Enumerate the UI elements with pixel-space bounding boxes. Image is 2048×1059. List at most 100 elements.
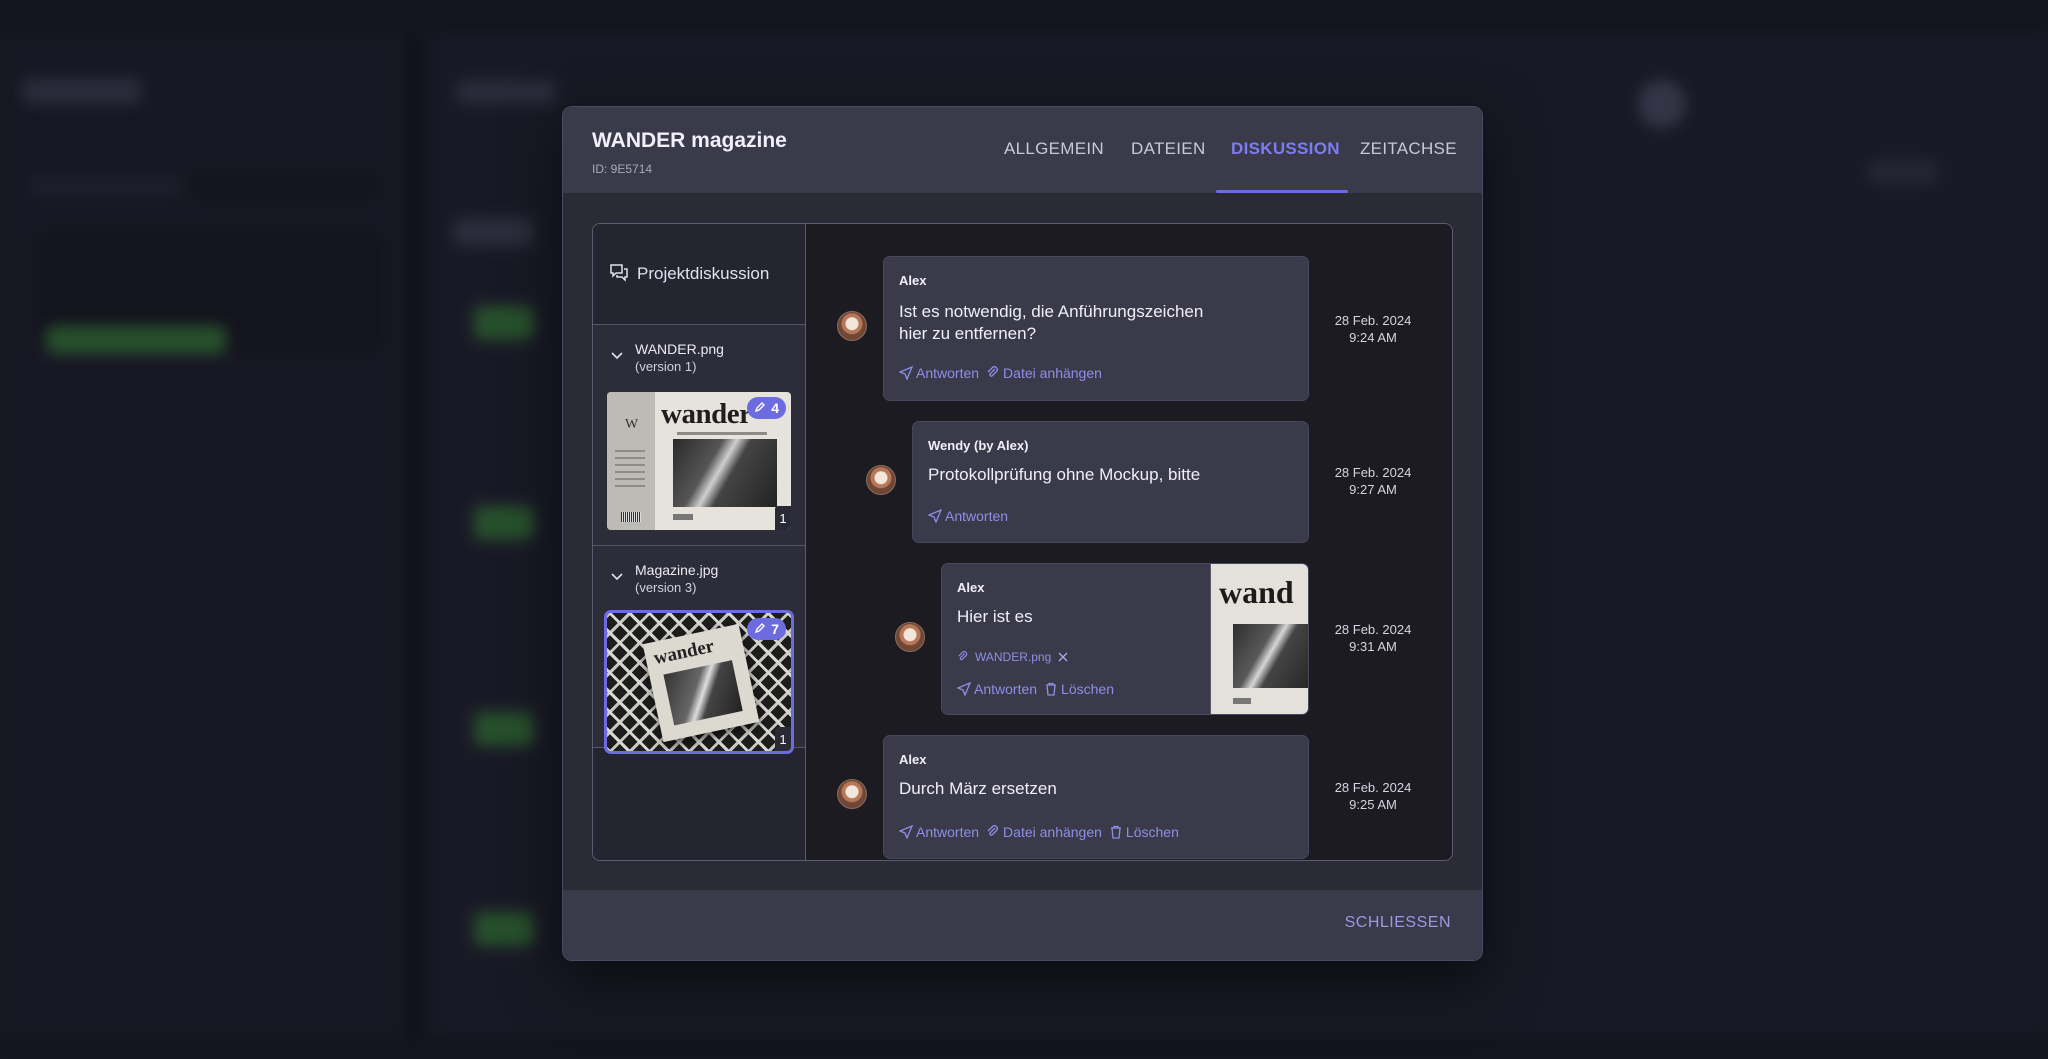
modal-id: ID: 9E5714: [592, 162, 653, 176]
file-thumbnail[interactable]: W wander 4 1: [607, 392, 791, 530]
reply-label: Antworten: [916, 824, 980, 840]
message-text: Protokollprüfung ohne Mockup, bitte: [928, 465, 1201, 484]
delete-label: Löschen: [1061, 681, 1114, 697]
modal-header: WANDER magazine ID: 9E5714 ALLGEMEIN DAT…: [563, 107, 1482, 193]
send-icon: [928, 509, 942, 523]
close-button[interactable]: SCHLIESSEN: [1345, 914, 1451, 932]
paperclip-icon: [987, 825, 998, 836]
message-actions: Antworten Datei anhängen: [899, 365, 1102, 381]
message-author: Alex: [899, 752, 927, 767]
avatar: [837, 311, 867, 341]
remove-attachment-icon[interactable]: [1057, 651, 1069, 663]
message-date: 28 Feb. 2024: [1334, 465, 1412, 480]
version-badge: 1: [775, 506, 791, 530]
pencil-icon: [754, 621, 766, 637]
message-timestamp: 28 Feb. 2024 9:31 AM: [1323, 621, 1423, 655]
message-actions: Antworten Datei anhängen Löschen: [899, 824, 1179, 840]
file-item-magazine-jpg: Magazine.jpg (version 3) wander 7 1: [593, 546, 805, 754]
reply-label: Antworten: [916, 365, 980, 381]
message-text: Ist es notwendig, die Anführungszeichen …: [899, 301, 1203, 345]
annotation-count-badge: 4: [747, 397, 786, 419]
trash-icon: [1110, 825, 1121, 839]
tab-allgemein[interactable]: ALLGEMEIN: [1004, 139, 1104, 159]
delete-button[interactable]: Löschen: [1109, 824, 1179, 840]
message-text-line: hier zu entfernen?: [899, 324, 1037, 343]
tab-diskussion[interactable]: DISKUSSION: [1231, 139, 1340, 159]
modal-footer: SCHLIESSEN: [563, 890, 1482, 960]
file-header[interactable]: Magazine.jpg (version 3): [609, 562, 718, 596]
avatar: [837, 779, 867, 809]
message-time: 9:24 AM: [1349, 330, 1397, 345]
message-author: Alex: [899, 273, 927, 288]
message-author: Wendy (by Alex): [928, 438, 1029, 453]
message-date: 28 Feb. 2024: [1334, 622, 1412, 637]
reply-button[interactable]: Antworten: [957, 681, 1037, 697]
cover-title: wander: [661, 398, 752, 430]
active-tab-indicator: [1216, 190, 1348, 193]
attachment-preview-image[interactable]: wand: [1210, 564, 1308, 714]
reply-button[interactable]: Antworten: [899, 824, 979, 840]
reply-button[interactable]: Antworten: [899, 365, 979, 381]
discussion-thread: Alex Ist es notwendig, die Anführungszei…: [807, 224, 1452, 860]
message-time: 9:27 AM: [1349, 482, 1397, 497]
discussion-frame: Projektdiskussion WANDER.png (version 1): [592, 223, 1453, 861]
reply-label: Antworten: [974, 681, 1038, 697]
attach-file-button[interactable]: Datei anhängen: [986, 824, 1102, 840]
file-panel: Projektdiskussion WANDER.png (version 1): [593, 224, 806, 860]
cover-letter: W: [625, 417, 639, 432]
file-name: WANDER.png: [635, 341, 724, 357]
reply-label: Antworten: [945, 508, 1009, 524]
trash-icon: [1046, 682, 1057, 696]
version-badge: 1: [775, 727, 791, 751]
message-bubble: Alex Ist es notwendig, die Anführungszei…: [883, 256, 1309, 401]
message-text: Hier ist es: [957, 607, 1033, 626]
project-discussion-item[interactable]: Projektdiskussion: [593, 224, 805, 325]
message-bubble: Alex Durch März ersetzen Antworten Datei…: [883, 735, 1309, 859]
delete-label: Löschen: [1125, 824, 1179, 840]
message-actions: Antworten: [928, 508, 1008, 524]
message-timestamp: 28 Feb. 2024 9:27 AM: [1323, 464, 1423, 498]
attachment-chip[interactable]: WANDER.png: [957, 650, 1069, 664]
attach-file-label: Datei anhängen: [1003, 365, 1102, 381]
message-time: 9:31 AM: [1349, 639, 1397, 654]
attachment-name[interactable]: WANDER.png: [975, 650, 1051, 664]
project-discussion-label: Projektdiskussion: [637, 264, 770, 283]
cover-title: wand: [1219, 574, 1294, 610]
annotation-count-badge: 7: [747, 618, 786, 640]
chevron-down-icon[interactable]: [609, 347, 625, 363]
annotation-count: 7: [771, 621, 779, 637]
reply-button[interactable]: Antworten: [928, 508, 1008, 524]
project-modal: WANDER magazine ID: 9E5714 ALLGEMEIN DAT…: [562, 106, 1483, 961]
message-date: 28 Feb. 2024: [1334, 780, 1412, 795]
attach-file-button[interactable]: Datei anhängen: [986, 365, 1102, 381]
chat-bubbles-icon: [609, 262, 629, 287]
modal-title: WANDER magazine: [592, 129, 787, 152]
tab-zeitachse[interactable]: ZEITACHSE: [1360, 139, 1457, 159]
attach-file-label: Datei anhängen: [1003, 824, 1102, 840]
avatar: [895, 622, 925, 652]
file-item-wander-png: WANDER.png (version 1) W wander 4 1: [593, 325, 805, 546]
message-timestamp: 28 Feb. 2024 9:25 AM: [1323, 779, 1423, 813]
message-author: Alex: [957, 580, 985, 595]
send-icon: [899, 366, 913, 380]
tab-dateien[interactable]: DATEIEN: [1131, 139, 1206, 159]
message-text: Durch März ersetzen: [899, 779, 1057, 798]
chevron-down-icon[interactable]: [609, 568, 625, 584]
pencil-icon: [754, 400, 766, 416]
message-actions: Antworten Löschen: [957, 681, 1114, 697]
message-time: 9:25 AM: [1349, 797, 1397, 812]
message-date: 28 Feb. 2024: [1334, 313, 1412, 328]
send-icon: [957, 682, 971, 696]
file-version: (version 3): [635, 580, 697, 595]
paperclip-icon: [987, 366, 998, 377]
annotation-count: 4: [771, 400, 779, 416]
file-thumbnail-selected[interactable]: wander 7 1: [604, 610, 794, 754]
file-header[interactable]: WANDER.png (version 1): [609, 341, 724, 375]
message-text-line: Ist es notwendig, die Anführungszeichen: [899, 302, 1204, 321]
message-bubble: Alex Hier ist es WANDER.png Antworten Lö…: [941, 563, 1309, 715]
message-bubble: Wendy (by Alex) Protokollprüfung ohne Mo…: [912, 421, 1309, 543]
delete-button[interactable]: Löschen: [1044, 681, 1114, 697]
file-name: Magazine.jpg: [635, 562, 719, 578]
avatar: [866, 465, 896, 495]
send-icon: [899, 825, 913, 839]
